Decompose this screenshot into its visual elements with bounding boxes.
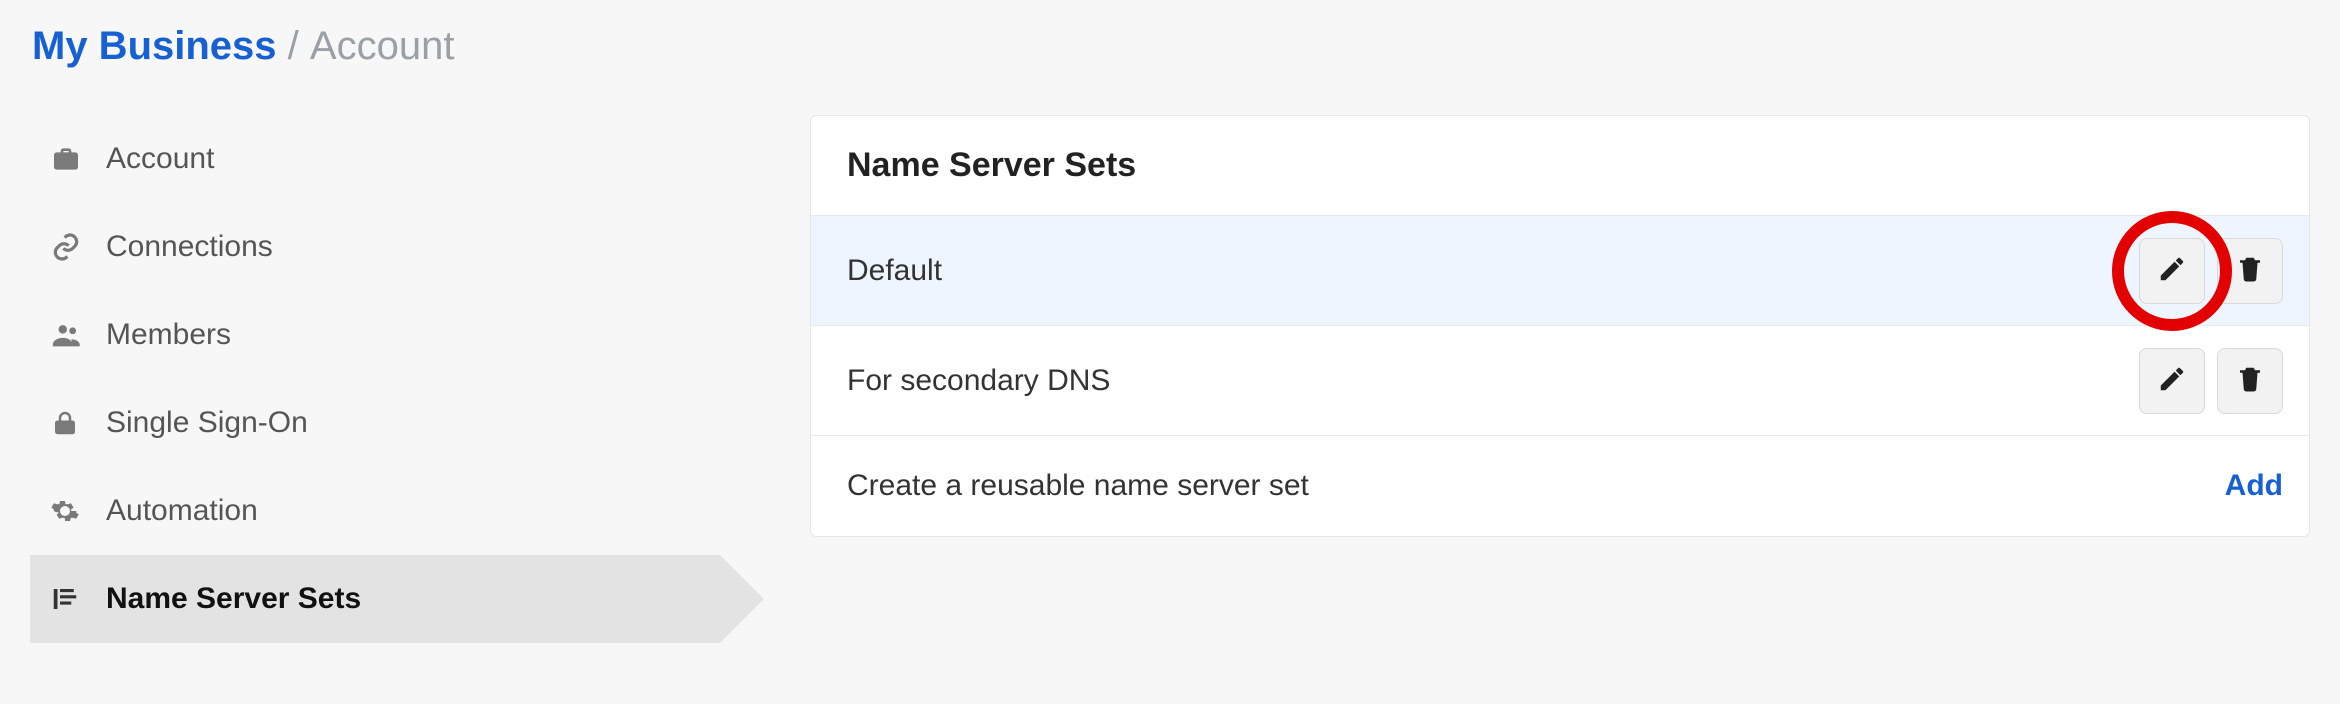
add-button[interactable]: Add xyxy=(2225,469,2283,503)
name-server-set-row[interactable]: Default xyxy=(811,216,2309,326)
sidebar-item-label: Single Sign-On xyxy=(106,406,308,440)
briefcase-icon xyxy=(50,143,106,175)
sidebar-item-connections[interactable]: Connections xyxy=(30,203,720,291)
sidebar-item-members[interactable]: Members xyxy=(30,291,720,379)
sidebar-item-label: Name Server Sets xyxy=(106,582,361,616)
edit-button[interactable] xyxy=(2139,348,2205,414)
sidebar-item-label: Connections xyxy=(106,230,273,264)
breadcrumb-separator: / xyxy=(288,24,299,68)
pencil-icon xyxy=(2157,364,2187,397)
sidebar-item-label: Automation xyxy=(106,494,258,528)
sidebar-item-name-server-sets[interactable]: Name Server Sets xyxy=(30,555,720,643)
sidebar-item-label: Account xyxy=(106,142,214,176)
gear-icon xyxy=(50,496,106,526)
trash-icon xyxy=(2235,364,2265,397)
name-server-set-row[interactable]: For secondary DNS xyxy=(811,326,2309,436)
panel-title: Name Server Sets xyxy=(811,116,2309,216)
lock-icon xyxy=(50,408,106,438)
trash-icon xyxy=(2235,254,2265,287)
delete-button[interactable] xyxy=(2217,348,2283,414)
link-icon xyxy=(50,231,106,263)
users-icon xyxy=(50,318,106,352)
breadcrumb: My Business / Account xyxy=(32,24,2310,69)
bars-icon xyxy=(50,584,106,614)
row-label: For secondary DNS xyxy=(847,364,1110,398)
edit-button[interactable] xyxy=(2139,238,2205,304)
pencil-icon xyxy=(2157,254,2187,287)
breadcrumb-link-business[interactable]: My Business xyxy=(32,24,277,68)
create-row: Create a reusable name server set Add xyxy=(811,436,2309,536)
sidebar-item-automation[interactable]: Automation xyxy=(30,467,720,555)
breadcrumb-current: Account xyxy=(310,24,455,68)
sidebar-item-label: Members xyxy=(106,318,231,352)
delete-button[interactable] xyxy=(2217,238,2283,304)
name-server-sets-panel: Name Server Sets Default xyxy=(810,115,2310,537)
create-label: Create a reusable name server set xyxy=(847,469,1309,503)
sidebar: Account Connections Members Single Sign-… xyxy=(30,115,720,643)
sidebar-item-sso[interactable]: Single Sign-On xyxy=(30,379,720,467)
sidebar-item-account[interactable]: Account xyxy=(30,115,720,203)
row-label: Default xyxy=(847,254,942,288)
